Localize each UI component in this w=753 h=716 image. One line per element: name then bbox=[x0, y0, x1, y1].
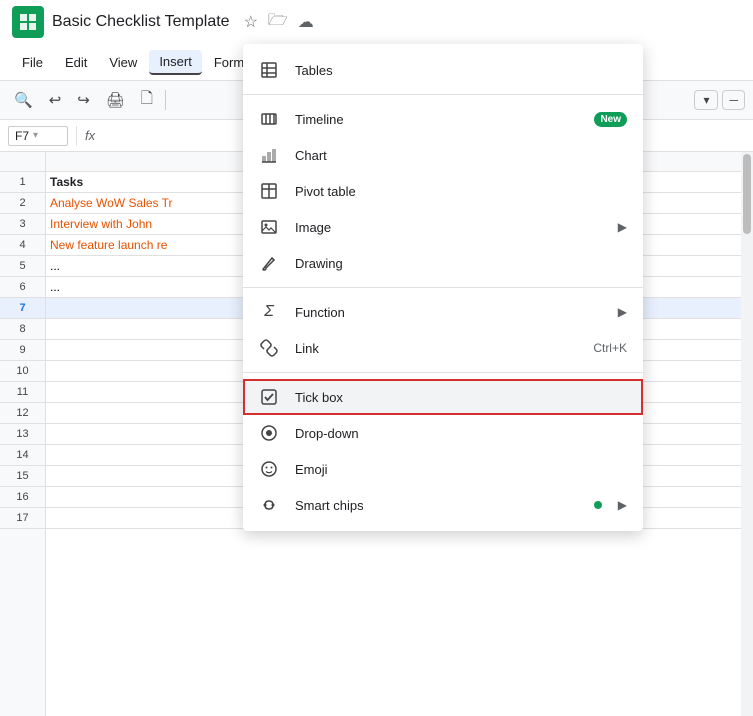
drawing-label: Drawing bbox=[295, 256, 627, 271]
menu-edit[interactable]: Edit bbox=[55, 51, 97, 74]
row-num-1: 1 bbox=[0, 172, 45, 193]
row-num-3: 3 bbox=[0, 214, 45, 235]
pivot-icon bbox=[259, 181, 279, 201]
row-num-5: 5 bbox=[0, 256, 45, 277]
row-num-header bbox=[0, 152, 45, 172]
menu-file[interactable]: File bbox=[12, 51, 53, 74]
row-num-9: 9 bbox=[0, 340, 45, 361]
title-action-icons: ☆ 🗁 ☁ bbox=[244, 9, 314, 36]
link-shortcut: Ctrl+K bbox=[593, 341, 627, 355]
cell-ref-dropdown-icon: ▾ bbox=[33, 130, 38, 141]
app-icon bbox=[12, 6, 44, 38]
cloud-icon[interactable]: ☁ bbox=[298, 12, 314, 32]
row-num-8: 8 bbox=[0, 319, 45, 340]
pivot-label: Pivot table bbox=[295, 184, 627, 199]
scrollbar-track[interactable] bbox=[741, 152, 753, 716]
menu-item-drawing[interactable]: Drawing bbox=[243, 245, 643, 281]
menu-item-emoji[interactable]: Emoji bbox=[243, 451, 643, 487]
menu-item-tickbox[interactable]: Tick box bbox=[243, 379, 643, 415]
formula-separator bbox=[76, 126, 77, 146]
star-icon[interactable]: ☆ bbox=[244, 12, 258, 32]
menu-item-pivot[interactable]: Pivot table bbox=[243, 173, 643, 209]
row-num-4: 4 bbox=[0, 235, 45, 256]
print-button[interactable]: 🖨 bbox=[100, 87, 131, 113]
zoom-control: ▾ ─ bbox=[694, 90, 745, 110]
fx-label: fx bbox=[85, 128, 95, 143]
dropdown-icon bbox=[259, 423, 279, 443]
title-bar: Basic Checklist Template ☆ 🗁 ☁ bbox=[0, 0, 753, 44]
row-num-12: 12 bbox=[0, 403, 45, 424]
menu-view[interactable]: View bbox=[99, 51, 147, 74]
row-num-17: 17 bbox=[0, 508, 45, 529]
tickbox-label: Tick box bbox=[295, 390, 627, 405]
more-button[interactable]: ─ bbox=[722, 90, 745, 110]
chart-icon bbox=[259, 145, 279, 165]
menu-item-dropdown[interactable]: Drop-down bbox=[243, 415, 643, 451]
link-icon bbox=[259, 338, 279, 358]
row-num-16: 16 bbox=[0, 487, 45, 508]
menu-item-timeline[interactable]: Timeline New bbox=[243, 101, 643, 137]
emoji-label: Emoji bbox=[295, 462, 627, 477]
menu-item-tables[interactable]: Tables bbox=[243, 52, 643, 88]
timeline-icon bbox=[259, 109, 279, 129]
smartchips-arrow-icon: ▶ bbox=[618, 498, 627, 512]
emoji-icon bbox=[259, 459, 279, 479]
menu-insert[interactable]: Insert bbox=[149, 50, 202, 75]
row-num-14: 14 bbox=[0, 445, 45, 466]
undo-button[interactable]: ↩ bbox=[43, 87, 68, 113]
row-num-15: 15 bbox=[0, 466, 45, 487]
timeline-new-badge: New bbox=[594, 112, 627, 127]
smartchips-label: Smart chips bbox=[295, 498, 578, 513]
menu-item-smartchips[interactable]: Smart chips ▶ bbox=[243, 487, 643, 523]
cell-reference-box[interactable]: F7 ▾ bbox=[8, 126, 68, 146]
menu-divider-1 bbox=[243, 94, 643, 95]
smartchips-icon bbox=[259, 495, 279, 515]
timeline-label: Timeline bbox=[295, 112, 578, 127]
cell-reference-value: F7 bbox=[15, 129, 29, 143]
menu-item-function[interactable]: Σ Function ▶ bbox=[243, 294, 643, 330]
zoom-button[interactable]: ▾ bbox=[694, 90, 718, 110]
row-num-7: 7 bbox=[0, 298, 45, 319]
menu-divider-2 bbox=[243, 287, 643, 288]
row-num-11: 11 bbox=[0, 382, 45, 403]
image-label: Image bbox=[295, 220, 602, 235]
toolbar-separator-1 bbox=[165, 90, 166, 110]
tables-label: Tables bbox=[295, 63, 627, 78]
row-num-6: 6 bbox=[0, 277, 45, 298]
menu-divider-3 bbox=[243, 372, 643, 373]
folder-icon[interactable]: 🗁 bbox=[268, 9, 288, 36]
smartchips-dot bbox=[594, 501, 602, 509]
drawing-icon bbox=[259, 253, 279, 273]
row-numbers: 1 2 3 4 5 6 7 8 9 10 11 12 13 14 15 16 1… bbox=[0, 152, 46, 716]
row-num-13: 13 bbox=[0, 424, 45, 445]
dropdown-label: Drop-down bbox=[295, 426, 627, 441]
chart-label: Chart bbox=[295, 148, 627, 163]
function-arrow-icon: ▶ bbox=[618, 305, 627, 319]
document-title: Basic Checklist Template bbox=[52, 13, 230, 31]
search-button[interactable]: 🔍 bbox=[8, 87, 39, 113]
menu-item-chart[interactable]: Chart bbox=[243, 137, 643, 173]
image-arrow-icon: ▶ bbox=[618, 220, 627, 234]
function-label: Function bbox=[295, 305, 602, 320]
row-num-10: 10 bbox=[0, 361, 45, 382]
menu-item-image[interactable]: Image ▶ bbox=[243, 209, 643, 245]
menu-item-link[interactable]: Link Ctrl+K bbox=[243, 330, 643, 366]
function-icon: Σ bbox=[259, 302, 279, 322]
format-copy-button[interactable]: 🗋 bbox=[135, 84, 159, 117]
link-label: Link bbox=[295, 341, 577, 356]
tables-icon bbox=[259, 60, 279, 80]
image-icon bbox=[259, 217, 279, 237]
row-num-2: 2 bbox=[0, 193, 45, 214]
scrollbar-thumb[interactable] bbox=[743, 154, 751, 234]
redo-button[interactable]: ↪ bbox=[71, 87, 96, 113]
insert-dropdown-menu: Tables Timeline New Chart bbox=[243, 44, 643, 531]
tickbox-icon bbox=[259, 387, 279, 407]
